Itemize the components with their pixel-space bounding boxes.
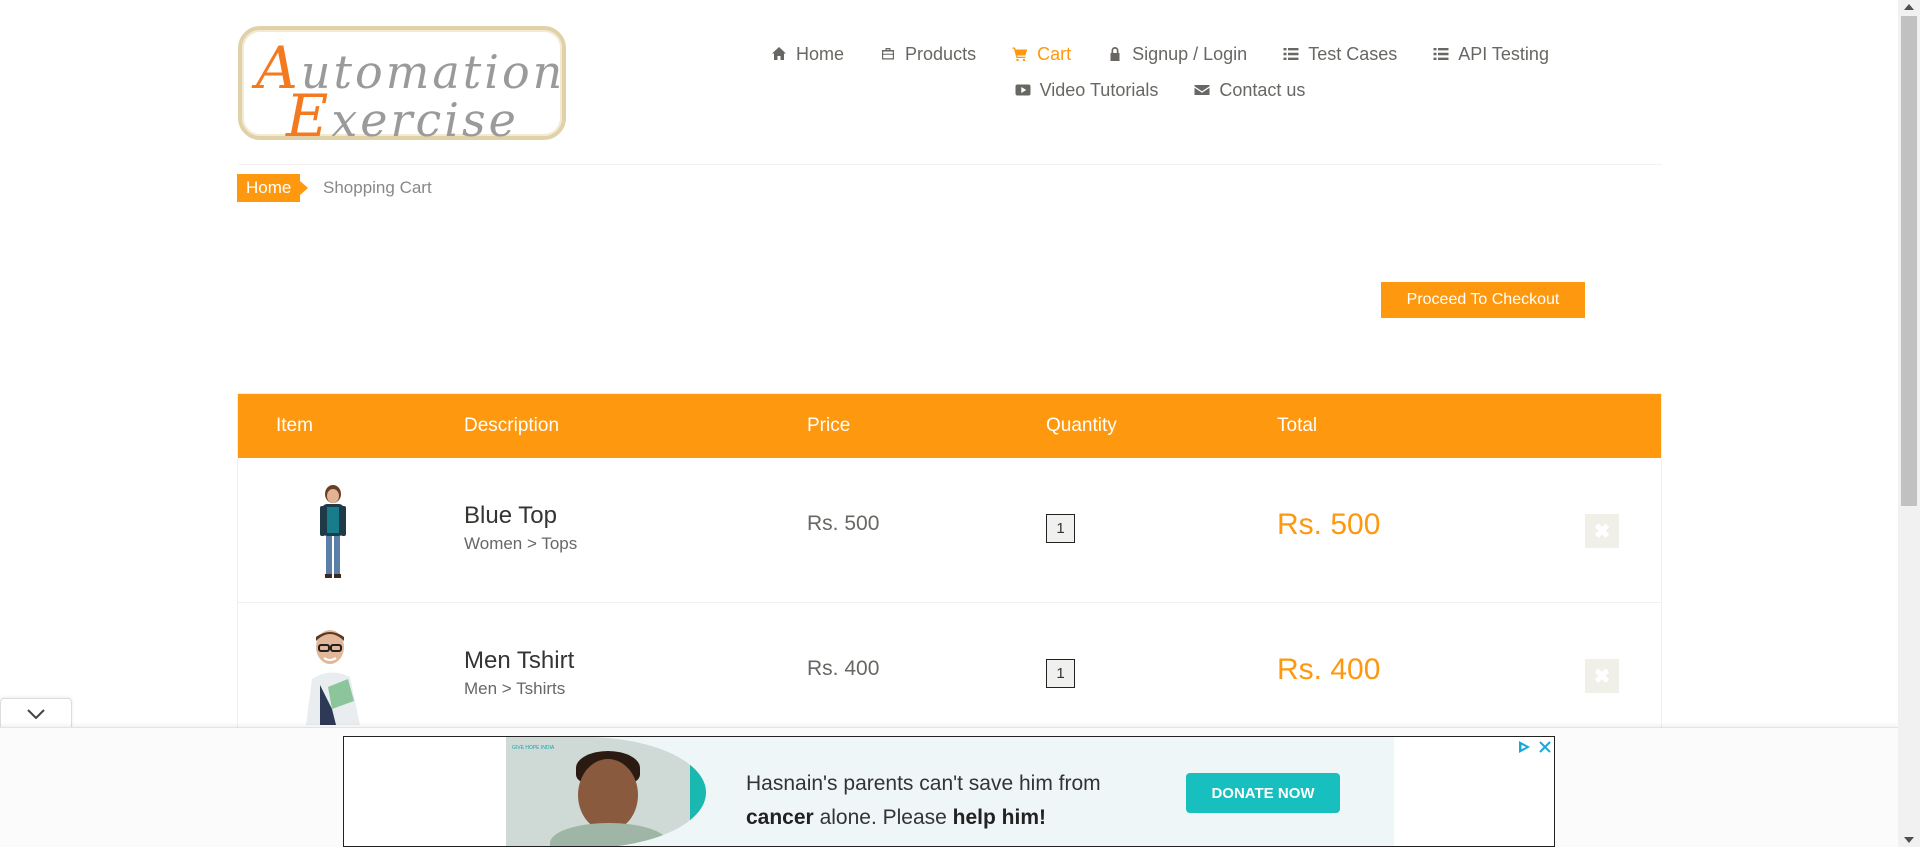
logo-text-line2: Exercise [286, 82, 519, 150]
nav-test-cases[interactable]: Test Cases [1265, 44, 1415, 65]
page: Automation Exercise Home Products Cart S… [0, 0, 1898, 847]
nav-video-tutorials-label: Video Tutorials [1039, 79, 1159, 100]
briefcase-icon [882, 48, 895, 60]
donate-now-button[interactable]: DONATE NOW [1186, 773, 1340, 813]
site-logo[interactable]: Automation Exercise [238, 26, 566, 150]
remove-item-button[interactable]: ✖ [1585, 659, 1619, 693]
header-price: Price [807, 415, 851, 436]
nav-video-tutorials[interactable]: Video Tutorials [997, 80, 1177, 101]
ad-text: Hasnain's parents can't save him from ca… [746, 772, 1101, 829]
youtube-icon [1015, 84, 1031, 96]
home-icon [772, 47, 787, 60]
nav-home[interactable]: Home [753, 44, 862, 65]
header-item: Item [276, 415, 313, 436]
product-name[interactable]: Men Tshirt [464, 647, 574, 675]
close-icon[interactable] [1538, 740, 1552, 754]
envelope-icon [1194, 85, 1210, 95]
nav-signup-login[interactable]: Signup / Login [1089, 44, 1265, 65]
vertical-scrollbar[interactable] [1898, 0, 1920, 847]
cart-table: Item Description Price Quantity Total Bl… [237, 393, 1662, 749]
ad-image-shirt [550, 823, 668, 846]
product-category: Women > Tops [464, 534, 578, 553]
main-nav: Home Products Cart Signup / Login Test C… [740, 36, 1580, 108]
product-image-blue-top[interactable] [298, 482, 368, 580]
product-quantity: 1 [1046, 659, 1075, 688]
ad-image-face [578, 759, 638, 831]
nav-home-label: Home [796, 43, 845, 64]
scroll-up-arrow-icon[interactable] [1904, 4, 1914, 10]
nav-api-testing-label: API Testing [1458, 43, 1549, 64]
adchoices-icon[interactable] [1516, 739, 1532, 755]
close-icon: ✖ [1593, 665, 1611, 688]
nav-api-testing[interactable]: API Testing [1415, 44, 1567, 65]
product-price: Rs. 400 [807, 657, 880, 680]
header-total: Total [1277, 415, 1318, 436]
product-quantity: 1 [1046, 514, 1075, 543]
product-total: Rs. 500 [1277, 508, 1381, 541]
header-divider [238, 164, 1662, 165]
scroll-down-arrow-icon[interactable] [1904, 837, 1914, 843]
product-price: Rs. 500 [807, 512, 880, 535]
ad-banner[interactable]: GIVE HOPE INDIA Hasnain's parents can't … [343, 736, 1555, 847]
product-total: Rs. 400 [1277, 653, 1381, 686]
nav-signup-login-label: Signup / Login [1132, 43, 1248, 64]
breadcrumb-current: Shopping Cart [323, 178, 432, 197]
scroll-thumb[interactable] [1901, 16, 1917, 506]
nav-contact-us-label: Contact us [1219, 79, 1306, 100]
product-name[interactable]: Blue Top [464, 502, 557, 530]
product-category: Men > Tshirts [464, 679, 566, 698]
cart-table-header: Item Description Price Quantity Total [238, 394, 1661, 458]
ad-choices [1516, 737, 1554, 757]
remove-item-button[interactable]: ✖ [1585, 514, 1619, 548]
nav-products-label: Products [905, 43, 977, 64]
header-quantity: Quantity [1046, 415, 1117, 436]
nav-cart-label: Cart [1037, 43, 1072, 64]
list-icon [1433, 48, 1449, 60]
product-image-men-tshirt[interactable] [298, 627, 368, 725]
header-description: Description [464, 415, 560, 436]
close-icon: ✖ [1593, 520, 1611, 543]
nav-cart[interactable]: Cart [994, 44, 1089, 65]
breadcrumb-home[interactable]: Home [237, 174, 309, 202]
lock-icon [1110, 47, 1120, 61]
nav-contact-us[interactable]: Contact us [1176, 80, 1323, 101]
proceed-to-checkout-button[interactable]: Proceed To Checkout [1381, 282, 1585, 318]
cart-icon [1012, 47, 1028, 62]
chevron-down-icon [27, 708, 45, 719]
ad-org-logo: GIVE HOPE INDIA [512, 745, 555, 751]
list-icon [1283, 48, 1299, 60]
ad-collapse-toggle[interactable] [0, 698, 72, 728]
cart-row: Blue Top Women > Tops Rs. 500 1 Rs. 500 … [238, 458, 1661, 603]
nav-products[interactable]: Products [862, 44, 994, 65]
nav-test-cases-label: Test Cases [1308, 43, 1398, 64]
